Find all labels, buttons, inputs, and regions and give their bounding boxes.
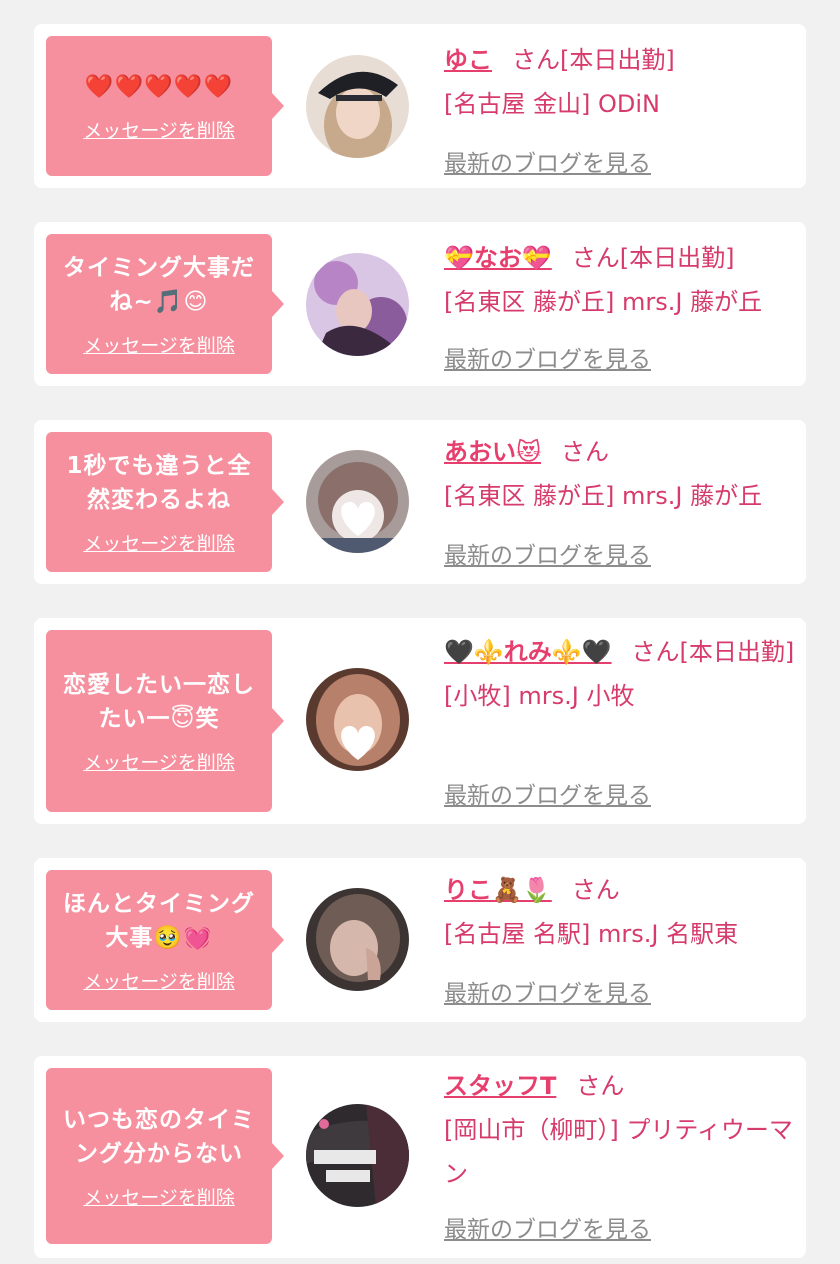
message-text: ほんとタイミング大事🥹💓 [63,890,255,951]
message-text: いつも恋のタイミング分からない [63,1106,255,1167]
avatar[interactable] [306,55,409,158]
sender-info: 🖤⚜️れみ⚜️🖤 さん[本日出勤] [小牧] mrs.J 小牧 [444,630,796,718]
shop-location: [名古屋 名駅] mrs.J 名駅東 [444,920,739,948]
shop-location: [名古屋 金山] ODiN [444,90,660,118]
sender-name-link[interactable]: りこ🧸🌷 [444,876,552,904]
sender-name-link[interactable]: ゆこ [444,46,492,74]
san-suffix: さん [561,438,610,466]
message-bubble: いつも恋のタイミング分からない メッセージを削除 [46,1068,284,1244]
message-text: タイミング大事だね~🎵😊 [63,254,255,315]
sender-info: ゆこ さん[本日出勤] [名古屋 金山] ODiN [444,38,796,126]
message-card: いつも恋のタイミング分からない メッセージを削除 スタッフT さん [岡山市（柳町… [34,1056,806,1258]
avatar[interactable] [306,888,409,991]
delete-message-link[interactable]: メッセージを削除 [83,1183,235,1210]
attendance-status: [本日出勤] [619,244,735,272]
latest-blog-link[interactable]: 最新のブログを見る [444,536,651,570]
delete-message-link[interactable]: メッセージを削除 [83,529,235,556]
san-suffix: さん [571,876,620,904]
shop-location: [名東区 藤が丘] mrs.J 藤が丘 [444,288,763,316]
message-text: ❤️❤️❤️❤️❤️ [84,73,234,100]
sender-info: スタッフT さん [岡山市（柳町）] プリティウーマン [444,1064,796,1196]
message-bubble: ❤️❤️❤️❤️❤️ メッセージを削除 [46,36,284,176]
delete-message-link[interactable]: メッセージを削除 [83,116,235,143]
message-bubble: タイミング大事だね~🎵😊 メッセージを削除 [46,234,284,374]
message-card: ほんとタイミング大事🥹💓 メッセージを削除 りこ🧸🌷 さん [名古屋 名駅] mr… [34,858,806,1022]
sender-info: あおい😻 さん [名東区 藤が丘] mrs.J 藤が丘 [444,430,796,518]
delete-message-link[interactable]: メッセージを削除 [83,331,235,358]
sender-name-link[interactable]: あおい😻 [444,438,541,466]
latest-blog-link[interactable]: 最新のブログを見る [444,776,651,810]
message-card: 1秒でも違うと全然変わるよね メッセージを削除 あおい😻 さん [名東区 藤が丘]… [34,420,806,584]
message-text: 恋愛したい一恋したい一😇笑 [63,671,255,732]
san-suffix: さん [512,46,560,74]
latest-blog-link[interactable]: 最新のブログを見る [444,144,651,178]
attendance-status: [本日出勤] [560,46,675,74]
sender-info: 💝なお💝 さん[本日出勤] [名東区 藤が丘] mrs.J 藤が丘 [444,236,796,324]
sender-name-link[interactable]: 💝なお💝 [444,244,552,272]
message-text: 1秒でも違うと全然変わるよね [66,452,252,513]
avatar[interactable] [306,1104,409,1207]
message-bubble: 1秒でも違うと全然変わるよね メッセージを削除 [46,432,284,572]
message-bubble: ほんとタイミング大事🥹💓 メッセージを削除 [46,870,284,1010]
message-card: ❤️❤️❤️❤️❤️ メッセージを削除 ゆこ さん[本日出勤] [名古屋 金山] … [34,24,806,188]
avatar[interactable] [306,668,409,771]
sender-info: りこ🧸🌷 さん [名古屋 名駅] mrs.J 名駅東 [444,868,796,956]
latest-blog-link[interactable]: 最新のブログを見る [444,1210,651,1244]
sender-name-link[interactable]: 🖤⚜️れみ⚜️🖤 [444,638,612,666]
delete-message-link[interactable]: メッセージを削除 [83,748,235,775]
san-suffix: さん [571,244,620,272]
shop-location: [名東区 藤が丘] mrs.J 藤が丘 [444,482,763,510]
shop-location: [岡山市（柳町）] プリティウーマン [444,1116,793,1188]
san-suffix: さん [576,1072,625,1100]
attendance-status: [本日出勤] [679,638,795,666]
avatar[interactable] [306,450,409,553]
message-card: 恋愛したい一恋したい一😇笑 メッセージを削除 🖤⚜️れみ⚜️🖤 さん[本日出勤] … [34,618,806,824]
san-suffix: さん [631,638,680,666]
delete-message-link[interactable]: メッセージを削除 [83,967,235,994]
message-bubble: 恋愛したい一恋したい一😇笑 メッセージを削除 [46,630,284,812]
message-card: タイミング大事だね~🎵😊 メッセージを削除 💝なお💝 さん[本日出勤] [名東区 … [34,222,806,386]
latest-blog-link[interactable]: 最新のブログを見る [444,974,651,1008]
avatar[interactable] [306,253,409,356]
shop-location: [小牧] mrs.J 小牧 [444,682,635,710]
latest-blog-link[interactable]: 最新のブログを見る [444,340,651,374]
sender-name-link[interactable]: スタッフT [444,1072,556,1100]
